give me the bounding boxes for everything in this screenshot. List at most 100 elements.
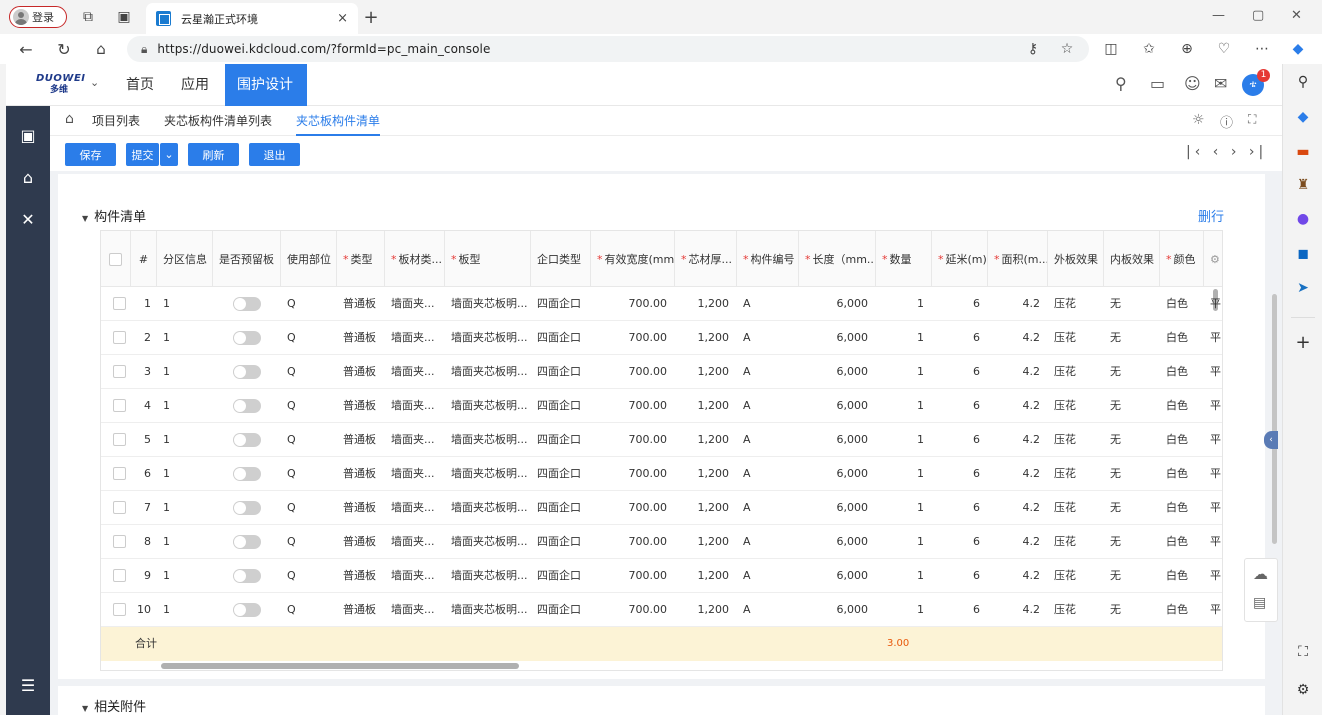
cell-no[interactable]: 7 (131, 491, 157, 525)
cell-length[interactable]: 6,000 (799, 559, 876, 593)
close-window-button[interactable]: ✕ (1291, 8, 1302, 23)
cell-code[interactable]: A (737, 457, 799, 491)
table-row[interactable]: 9 1 Q 普通板 墙面夹... 墙面夹芯板明... 四面企口 700.00 1,200 A 6,0… (101, 559, 1222, 593)
nav-home[interactable]: 首页 (114, 64, 166, 106)
cell-color[interactable]: 白色 (1160, 389, 1204, 423)
cloud-icon[interactable]: ☁ (1253, 565, 1268, 583)
cell-inner[interactable]: 无 (1104, 321, 1160, 355)
reserve-toggle[interactable] (213, 559, 281, 593)
cell-width[interactable]: 700.00 (591, 559, 675, 593)
profile-login-button[interactable]: 登录 (9, 6, 67, 28)
horizontal-scroll-thumb[interactable] (161, 663, 519, 669)
column-header-no[interactable]: # (131, 231, 157, 287)
cell-part[interactable]: Q (281, 457, 337, 491)
cell-board[interactable]: 墙面夹芯板明... (445, 593, 531, 627)
tab-close-icon[interactable]: × (337, 11, 348, 26)
cell-area[interactable]: 4.2 (988, 457, 1048, 491)
cell-meter[interactable]: 6 (932, 423, 988, 457)
cell-extra[interactable]: 平 (1204, 321, 1222, 355)
cell-type[interactable]: 普通板 (337, 593, 385, 627)
cell-edge[interactable]: 四面企口 (531, 457, 591, 491)
column-header-length[interactable]: * 长度（mm... (799, 231, 876, 287)
cell-material[interactable]: 墙面夹... (385, 423, 445, 457)
cell-length[interactable]: 6,000 (799, 491, 876, 525)
checkbox[interactable] (113, 399, 126, 412)
cell-area[interactable]: 4.2 (988, 321, 1048, 355)
cell-inner[interactable]: 无 (1104, 287, 1160, 321)
toggle-switch[interactable] (233, 399, 261, 413)
app-switch-chevron-icon[interactable]: ⌄ (90, 76, 99, 89)
cell-meter[interactable]: 6 (932, 525, 988, 559)
cell-length[interactable]: 6,000 (799, 321, 876, 355)
section-header[interactable]: ▼ 构件清单 (82, 206, 146, 225)
table-row[interactable]: 8 1 Q 普通板 墙面夹... 墙面夹芯板明... 四面企口 700.00 1,200 A 6,0… (101, 525, 1222, 559)
cell-code[interactable]: A (737, 559, 799, 593)
fullscreen-icon[interactable]: ⛶ (1248, 112, 1256, 127)
cell-extra[interactable]: 平 (1204, 457, 1222, 491)
cell-type[interactable]: 普通板 (337, 423, 385, 457)
cell-part[interactable]: Q (281, 389, 337, 423)
cell-length[interactable]: 6,000 (799, 423, 876, 457)
cell-material[interactable]: 墙面夹... (385, 457, 445, 491)
cell-outer[interactable]: 压花 (1048, 321, 1104, 355)
cell-type[interactable]: 普通板 (337, 525, 385, 559)
cell-board[interactable]: 墙面夹芯板明... (445, 287, 531, 321)
split-screen-icon[interactable]: ◫ (1100, 38, 1122, 60)
toggle-switch[interactable] (233, 331, 261, 345)
tab-actions-icon[interactable]: ▣ (113, 6, 135, 28)
new-tab-button[interactable]: + (360, 6, 382, 28)
cell-meter[interactable]: 6 (932, 355, 988, 389)
cell-meter[interactable]: 6 (932, 491, 988, 525)
cell-code[interactable]: A (737, 287, 799, 321)
checkbox[interactable] (109, 252, 122, 266)
cell-zone[interactable]: 1 (157, 525, 213, 559)
save-button[interactable]: 保存 (65, 143, 116, 166)
cell-outer[interactable]: 压花 (1048, 355, 1104, 389)
nav-apps[interactable]: 应用 (169, 64, 221, 106)
cell-material[interactable]: 墙面夹... (385, 355, 445, 389)
briefcase-icon[interactable]: ▣ (6, 126, 50, 145)
table-row[interactable]: 1 1 Q 普通板 墙面夹... 墙面夹芯板明... 四面企口 700.00 1,200 A 6,0… (101, 287, 1222, 321)
reserve-toggle[interactable] (213, 491, 281, 525)
cell-extra[interactable]: 平 (1204, 355, 1222, 389)
cell-meter[interactable]: 6 (932, 389, 988, 423)
cell-zone[interactable]: 1 (157, 491, 213, 525)
cell-part[interactable]: Q (281, 559, 337, 593)
key-icon[interactable]: ⚷ (1022, 38, 1044, 60)
cell-board[interactable]: 墙面夹芯板明... (445, 457, 531, 491)
send-icon[interactable]: ➤ (1283, 280, 1322, 296)
cell-area[interactable]: 4.2 (988, 423, 1048, 457)
cell-width[interactable]: 700.00 (591, 287, 675, 321)
row-checkbox[interactable] (101, 423, 131, 457)
cell-edge[interactable]: 四面企口 (531, 287, 591, 321)
column-header-code[interactable]: * 构件编号 (737, 231, 799, 287)
cell-edge[interactable]: 四面企口 (531, 593, 591, 627)
cell-inner[interactable]: 无 (1104, 525, 1160, 559)
checkbox[interactable] (113, 501, 126, 514)
cell-no[interactable]: 2 (131, 321, 157, 355)
outlook-icon[interactable]: ◼ (1283, 246, 1322, 262)
browser-essentials-icon[interactable]: ♡ (1213, 38, 1235, 60)
checkbox[interactable] (113, 297, 126, 310)
column-header-board[interactable]: * 板型 (445, 231, 531, 287)
cell-width[interactable]: 700.00 (591, 355, 675, 389)
cell-core[interactable]: 1,200 (675, 321, 737, 355)
cell-material[interactable]: 墙面夹... (385, 287, 445, 321)
cell-extra[interactable]: 平 (1204, 491, 1222, 525)
column-header-color[interactable]: * 颜色 (1160, 231, 1204, 287)
cell-area[interactable]: 4.2 (988, 287, 1048, 321)
refresh-icon[interactable]: ↻ (53, 38, 75, 60)
cell-type[interactable]: 普通板 (337, 559, 385, 593)
cell-edge[interactable]: 四面企口 (531, 559, 591, 593)
cell-width[interactable]: 700.00 (591, 457, 675, 491)
cell-code[interactable]: A (737, 355, 799, 389)
cell-inner[interactable]: 无 (1104, 593, 1160, 627)
cell-qty[interactable]: 1 (876, 389, 932, 423)
cell-qty[interactable]: 1 (876, 321, 932, 355)
cell-outer[interactable]: 压花 (1048, 389, 1104, 423)
cell-qty[interactable]: 1 (876, 593, 932, 627)
cell-core[interactable]: 1,200 (675, 389, 737, 423)
cell-area[interactable]: 4.2 (988, 389, 1048, 423)
checkbox[interactable] (113, 467, 126, 480)
table-row[interactable]: 2 1 Q 普通板 墙面夹... 墙面夹芯板明... 四面企口 700.00 1,200 A 6,0… (101, 321, 1222, 355)
